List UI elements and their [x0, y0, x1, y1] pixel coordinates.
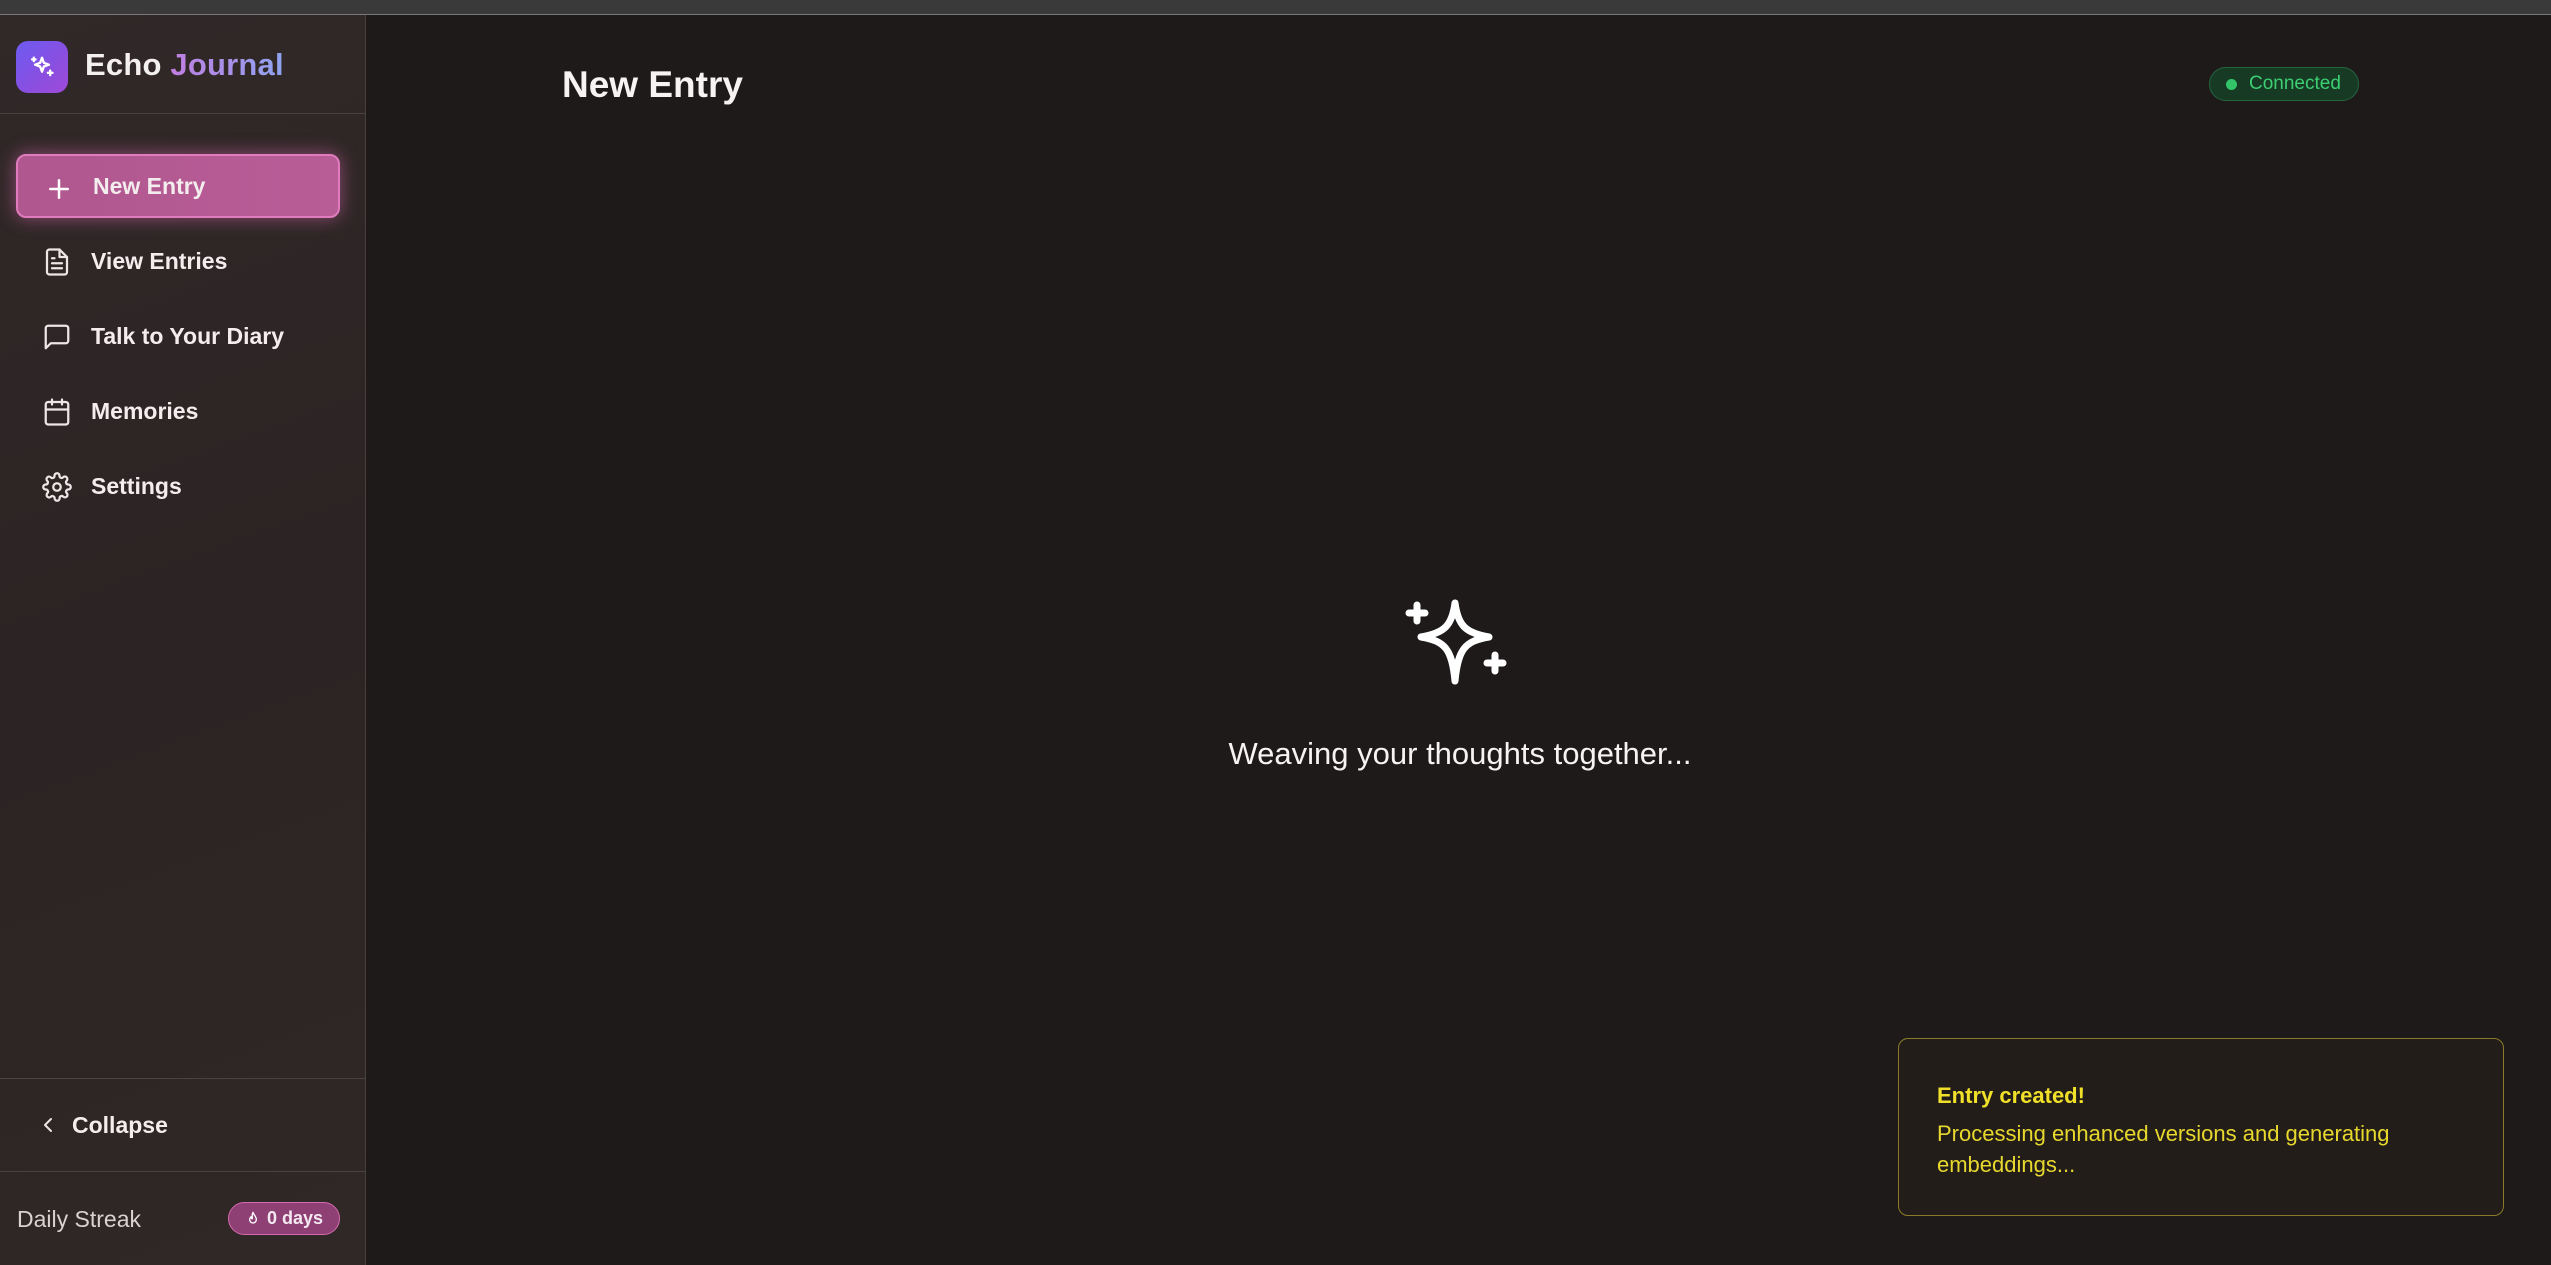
collapse-label: Collapse [72, 1111, 168, 1138]
sidebar-item-label: Settings [91, 472, 182, 499]
daily-streak-label: Daily Streak [17, 1206, 141, 1232]
page-title: New Entry [562, 64, 743, 105]
connection-status-badge: Connected [2209, 67, 2359, 101]
brand-header: Echo Journal [0, 15, 366, 114]
flame-icon [248, 1211, 257, 1224]
app-title-part2: Journal [170, 47, 284, 82]
toast-title: Entry created! [1937, 1083, 2085, 1108]
streak-value: 0 days [266, 1208, 324, 1228]
streak-badge: 0 days [228, 1202, 340, 1235]
sidebar: Echo Journal New Entry View Entries Talk… [0, 15, 366, 1265]
sidebar-item-label: New Entry [93, 172, 206, 199]
status-text: Connected [2249, 73, 2341, 94]
app-logo[interactable] [16, 41, 68, 93]
sparkles-icon [1405, 599, 1507, 685]
chevron-left-icon [44, 1118, 52, 1132]
sidebar-divider [0, 1078, 366, 1079]
document-icon [45, 248, 69, 276]
sidebar-item-label: Memories [91, 397, 199, 424]
chat-bubble-icon [44, 324, 70, 350]
app-title-part1: Echo [85, 47, 162, 82]
sidebar-item-new-entry[interactable]: New Entry [16, 154, 340, 218]
collapse-button[interactable]: Collapse [16, 1105, 316, 1145]
sidebar-item-settings[interactable]: Settings [16, 454, 340, 518]
calendar-icon [44, 398, 70, 426]
sparkles-icon [30, 56, 54, 77]
sidebar-item-label: View Entries [91, 247, 228, 274]
toast-notification[interactable]: Entry created! Processing enhanced versi… [1898, 1038, 2504, 1216]
sidebar-divider [0, 1171, 366, 1172]
toast-message: Processing enhanced versions and generat… [1937, 1121, 2390, 1177]
plus-icon [49, 179, 69, 199]
gear-icon [42, 472, 72, 502]
loading-message: Weaving your thoughts together... [1228, 736, 1692, 771]
sidebar-item-talk-to-diary[interactable]: Talk to Your Diary [16, 304, 340, 368]
sidebar-item-view-entries[interactable]: View Entries [16, 229, 340, 293]
window-top-strip [0, 0, 2551, 15]
app-title: Echo Journal [85, 47, 284, 83]
status-dot-icon [2226, 78, 2237, 90]
sidebar-item-label: Talk to Your Diary [91, 322, 284, 349]
sidebar-item-memories[interactable]: Memories [16, 379, 340, 443]
